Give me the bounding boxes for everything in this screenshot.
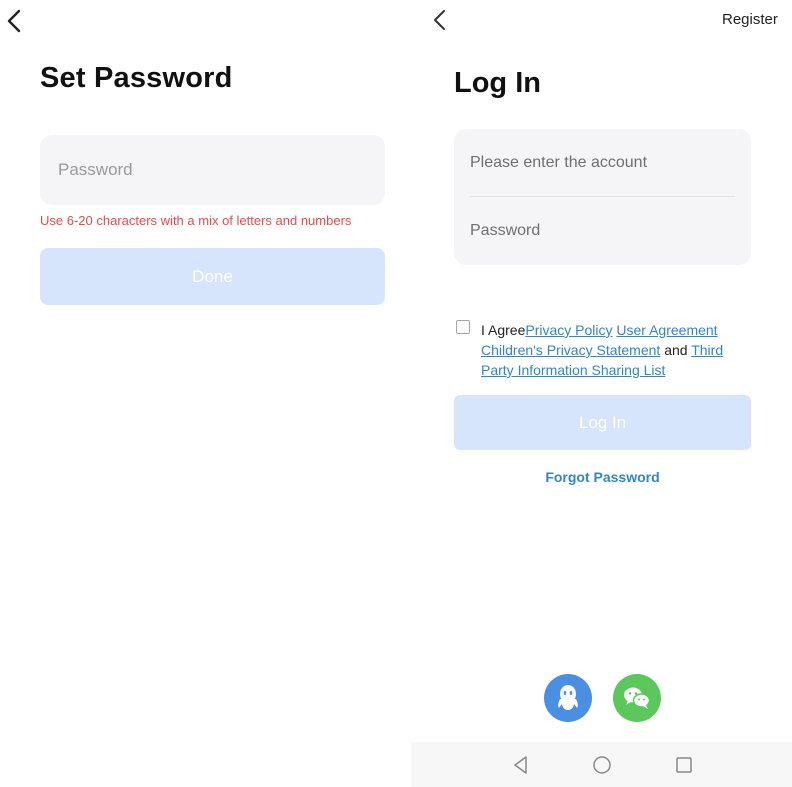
login-form-card [454,129,751,265]
register-link[interactable]: Register [722,11,778,28]
password-error-text: Use 6-20 characters with a mix of letter… [40,213,352,228]
system-nav-bar [411,742,792,787]
agree-checkbox[interactable] [456,320,470,334]
agree-prefix: I Agree [481,322,526,338]
wechat-icon [624,687,651,709]
back-icon[interactable] [4,8,26,34]
home-circle-icon[interactable] [591,754,613,776]
password-input[interactable] [40,135,385,205]
page-title: Log In [454,67,541,99]
privacy-policy-link[interactable]: Privacy Policy [525,322,612,338]
qq-login-button[interactable] [544,674,592,722]
account-input[interactable] [470,143,735,183]
back-triangle-icon[interactable] [510,754,532,776]
password-input[interactable] [470,211,735,251]
login-button[interactable]: Log In [454,395,751,450]
agreement-text: I AgreePrivacy Policy User Agreement Chi… [481,320,743,380]
qq-icon [558,685,578,710]
back-icon[interactable] [429,7,451,33]
done-button[interactable]: Done [40,248,385,305]
children-privacy-link[interactable]: Children's Privacy Statement [481,342,660,358]
divider [470,196,735,197]
wechat-login-button[interactable] [613,674,661,722]
recents-square-icon[interactable] [673,754,695,776]
forgot-password-link[interactable]: Forgot Password [454,469,751,485]
page-title: Set Password [40,62,233,94]
and-text: and [664,342,688,358]
user-agreement-link[interactable]: User Agreement [616,322,717,338]
